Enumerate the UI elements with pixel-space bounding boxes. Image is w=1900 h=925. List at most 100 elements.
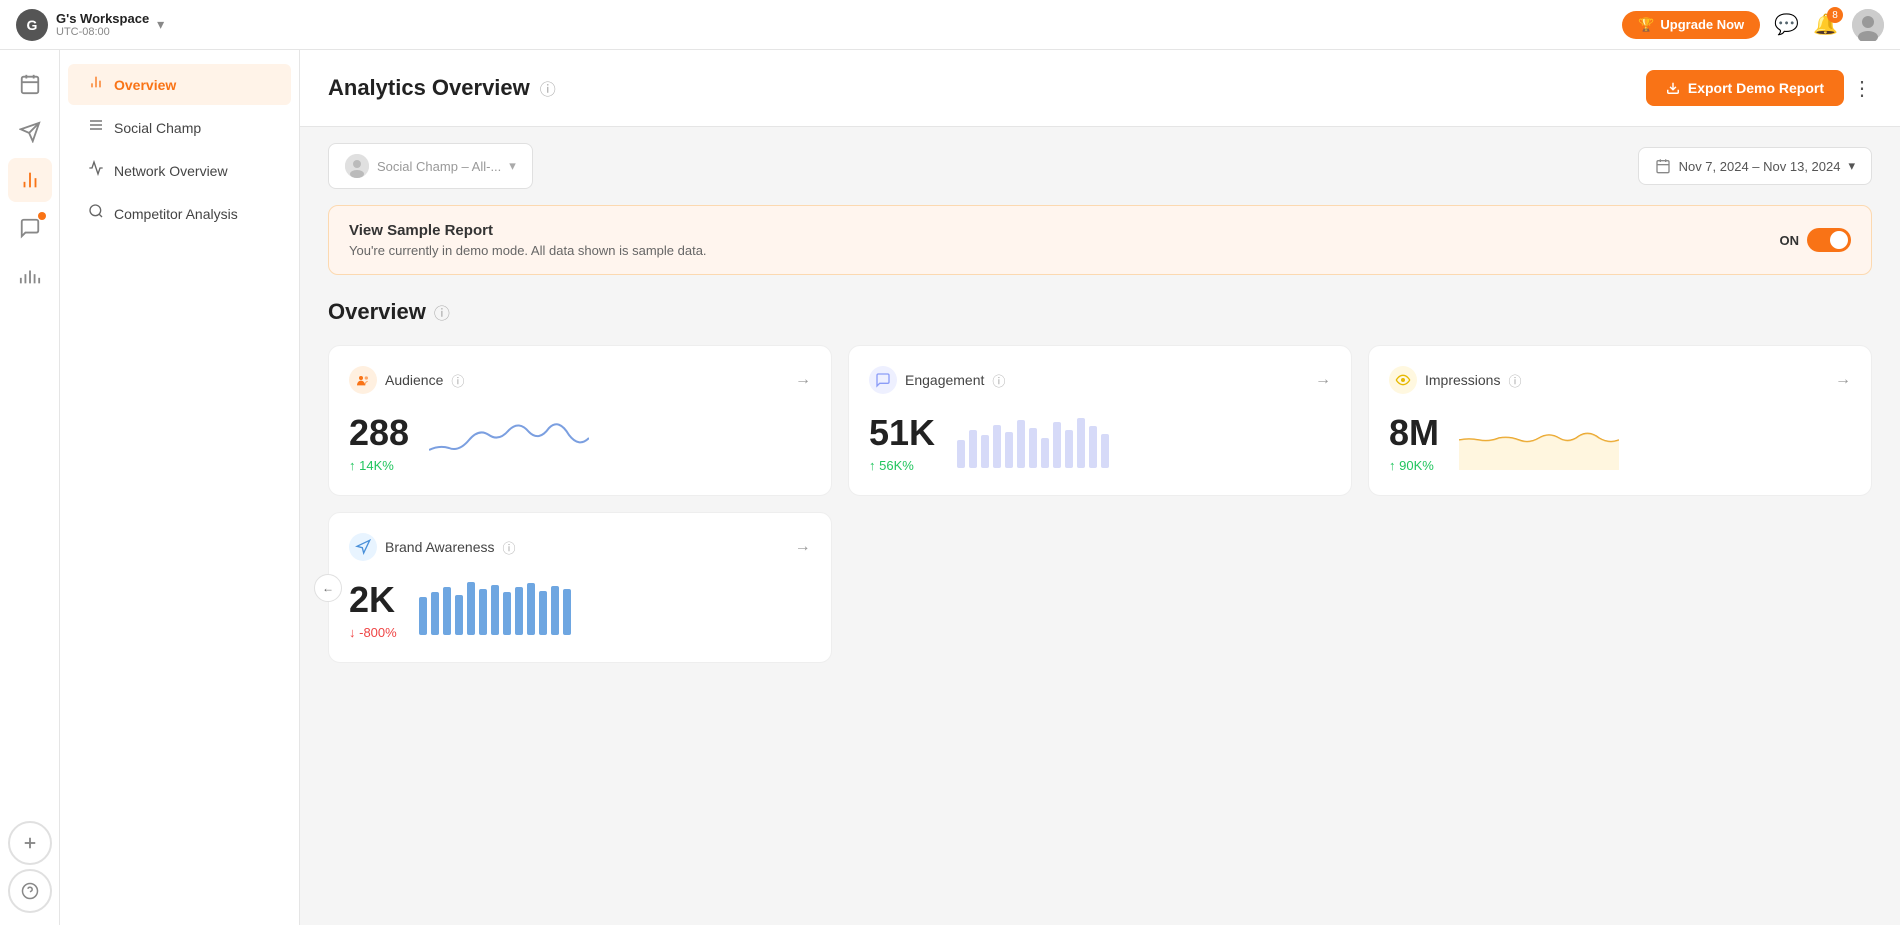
engagement-change-arrow-icon: ↑ [869,458,876,473]
date-picker-arrow-icon: ▾ [1848,158,1855,174]
sidebar-icon-chat[interactable] [8,206,52,250]
section-title: Overview [328,299,426,325]
cards-row-1: Audience ⓘ → 288 ↑ 14K% [328,345,1872,496]
audience-card-body: 288 ↑ 14K% [349,410,811,475]
workspace-timezone: UTC-08:00 [56,26,149,38]
brand-awareness-sparkline [417,577,811,642]
engagement-card: Engagement ⓘ → 51K ↑ 56K% [848,345,1352,496]
engagement-card-header-left: Engagement ⓘ [869,366,1005,394]
engagement-value: 51K [869,412,935,454]
nav-item-competitor-analysis[interactable]: Competitor Analysis [68,193,291,234]
engagement-card-icon [869,366,897,394]
audience-info-icon[interactable]: ⓘ [451,371,464,390]
collapse-sidebar-button[interactable]: ← [314,574,342,602]
section-header: Overview ⓘ [328,291,1872,325]
engagement-info-icon[interactable]: ⓘ [992,371,1005,390]
account-filter-dropdown[interactable]: Social Champ – All-... ▾ [328,143,533,189]
nav-sidebar: Overview Social Champ Network Overview C… [60,50,300,925]
impressions-card-title: Impressions [1425,372,1500,388]
brand-awareness-card-title: Brand Awareness [385,539,494,555]
more-options-button[interactable]: ⋮ [1852,76,1872,101]
brand-awareness-card-header-left: Brand Awareness ⓘ [349,533,516,561]
notifications-icon[interactable]: 🔔 8 [1813,12,1838,37]
page-title: Analytics Overview [328,75,530,101]
competitor-analysis-nav-icon [88,203,104,224]
sidebar-icon-help[interactable] [8,869,52,913]
nav-item-social-champ[interactable]: Social Champ [68,107,291,148]
audience-arrow-button[interactable]: → [795,371,811,389]
audience-change-arrow-icon: ↑ [349,458,356,473]
brand-awareness-change: ↓ -800% [349,625,397,640]
content-inner: Social Champ – All-... ▾ Nov 7, 2024 – N… [300,127,1900,707]
impressions-arrow-button[interactable]: → [1835,371,1851,389]
audience-card-header: Audience ⓘ → [349,366,811,394]
audience-change: ↑ 14K% [349,458,409,473]
icon-sidebar-bottom [8,821,52,913]
content-header-left: Analytics Overview ⓘ [328,75,556,101]
sidebar-icon-listening[interactable] [8,254,52,298]
sidebar-icon-calendar[interactable] [8,62,52,106]
brand-awareness-card-values: 2K ↓ -800% [349,579,397,640]
brand-awareness-card: Brand Awareness ⓘ → 2K ↓ -800% [328,512,832,663]
workspace-selector[interactable]: G G's Workspace UTC-08:00 ▾ [16,9,164,41]
workspace-name: G's Workspace [56,11,149,26]
section-info-icon[interactable]: ⓘ [434,300,450,324]
page-title-info-icon[interactable]: ⓘ [540,76,556,100]
impressions-change-arrow-icon: ↑ [1389,458,1396,473]
notification-badge: 8 [1827,7,1843,23]
demo-mode-toggle[interactable] [1807,228,1851,252]
trophy-icon: 🏆 [1638,17,1654,33]
brand-awareness-card-icon [349,533,377,561]
engagement-sparkline [955,410,1331,475]
topbar: G G's Workspace UTC-08:00 ▾ 🏆 Upgrade No… [0,0,1900,50]
icon-sidebar [0,50,60,925]
sidebar-icon-add[interactable] [8,821,52,865]
brand-awareness-arrow-button[interactable]: → [795,538,811,556]
network-overview-nav-icon [88,160,104,181]
upgrade-button[interactable]: 🏆 Upgrade Now [1622,11,1760,39]
brand-awareness-card-body: 2K ↓ -800% [349,577,811,642]
engagement-card-title: Engagement [905,372,984,388]
brand-awareness-info-icon[interactable]: ⓘ [502,538,515,557]
nav-item-network-overview[interactable]: Network Overview [68,150,291,191]
impressions-card-values: 8M ↑ 90K% [1389,412,1439,473]
chat-notification-dot [38,212,46,220]
toggle-label: ON [1780,233,1800,248]
workspace-chevron-icon[interactable]: ▾ [157,16,164,33]
impressions-change: ↑ 90K% [1389,458,1439,473]
impressions-info-icon[interactable]: ⓘ [1508,371,1521,390]
content-header: Analytics Overview ⓘ Export Demo Report … [300,50,1900,127]
sidebar-icon-send[interactable] [8,110,52,154]
engagement-arrow-button[interactable]: → [1315,371,1331,389]
sidebar-icon-analytics[interactable] [8,158,52,202]
messages-icon[interactable]: 💬 [1774,12,1799,37]
engagement-change: ↑ 56K% [869,458,935,473]
audience-card-title: Audience [385,372,443,388]
filter-avatar [345,154,369,178]
user-avatar[interactable] [1852,9,1884,41]
cards-row-2: ← Brand Awareness ⓘ → [328,512,1872,663]
impressions-card-header: Impressions ⓘ → [1389,366,1851,394]
topbar-actions: 🏆 Upgrade Now 💬 🔔 8 [1622,9,1884,41]
brand-awareness-change-arrow-icon: ↓ [349,625,356,640]
audience-card: Audience ⓘ → 288 ↑ 14K% [328,345,832,496]
social-champ-nav-label: Social Champ [114,120,201,136]
date-range-picker[interactable]: Nov 7, 2024 – Nov 13, 2024 ▾ [1638,147,1872,185]
export-btn-label: Export Demo Report [1688,80,1824,96]
demo-banner-text: View Sample Report You're currently in d… [349,222,707,258]
export-demo-report-button[interactable]: Export Demo Report [1646,70,1844,106]
overview-section: Overview ⓘ Audience ⓘ [300,291,1900,707]
workspace-info: G's Workspace UTC-08:00 [56,11,149,38]
demo-banner-title: View Sample Report [349,222,707,239]
workspace-avatar: G [16,9,48,41]
demo-toggle-wrapper: ON [1780,228,1852,252]
filters-row: Social Champ – All-... ▾ Nov 7, 2024 – N… [300,127,1900,205]
filter-dropdown-arrow-icon: ▾ [509,158,516,174]
audience-card-icon [349,366,377,394]
engagement-card-values: 51K ↑ 56K% [869,412,935,473]
demo-banner-description: You're currently in demo mode. All data … [349,243,707,258]
nav-item-overview[interactable]: Overview [68,64,291,105]
audience-card-values: 288 ↑ 14K% [349,412,409,473]
main-layout: Overview Social Champ Network Overview C… [0,50,1900,925]
audience-sparkline [429,410,811,475]
